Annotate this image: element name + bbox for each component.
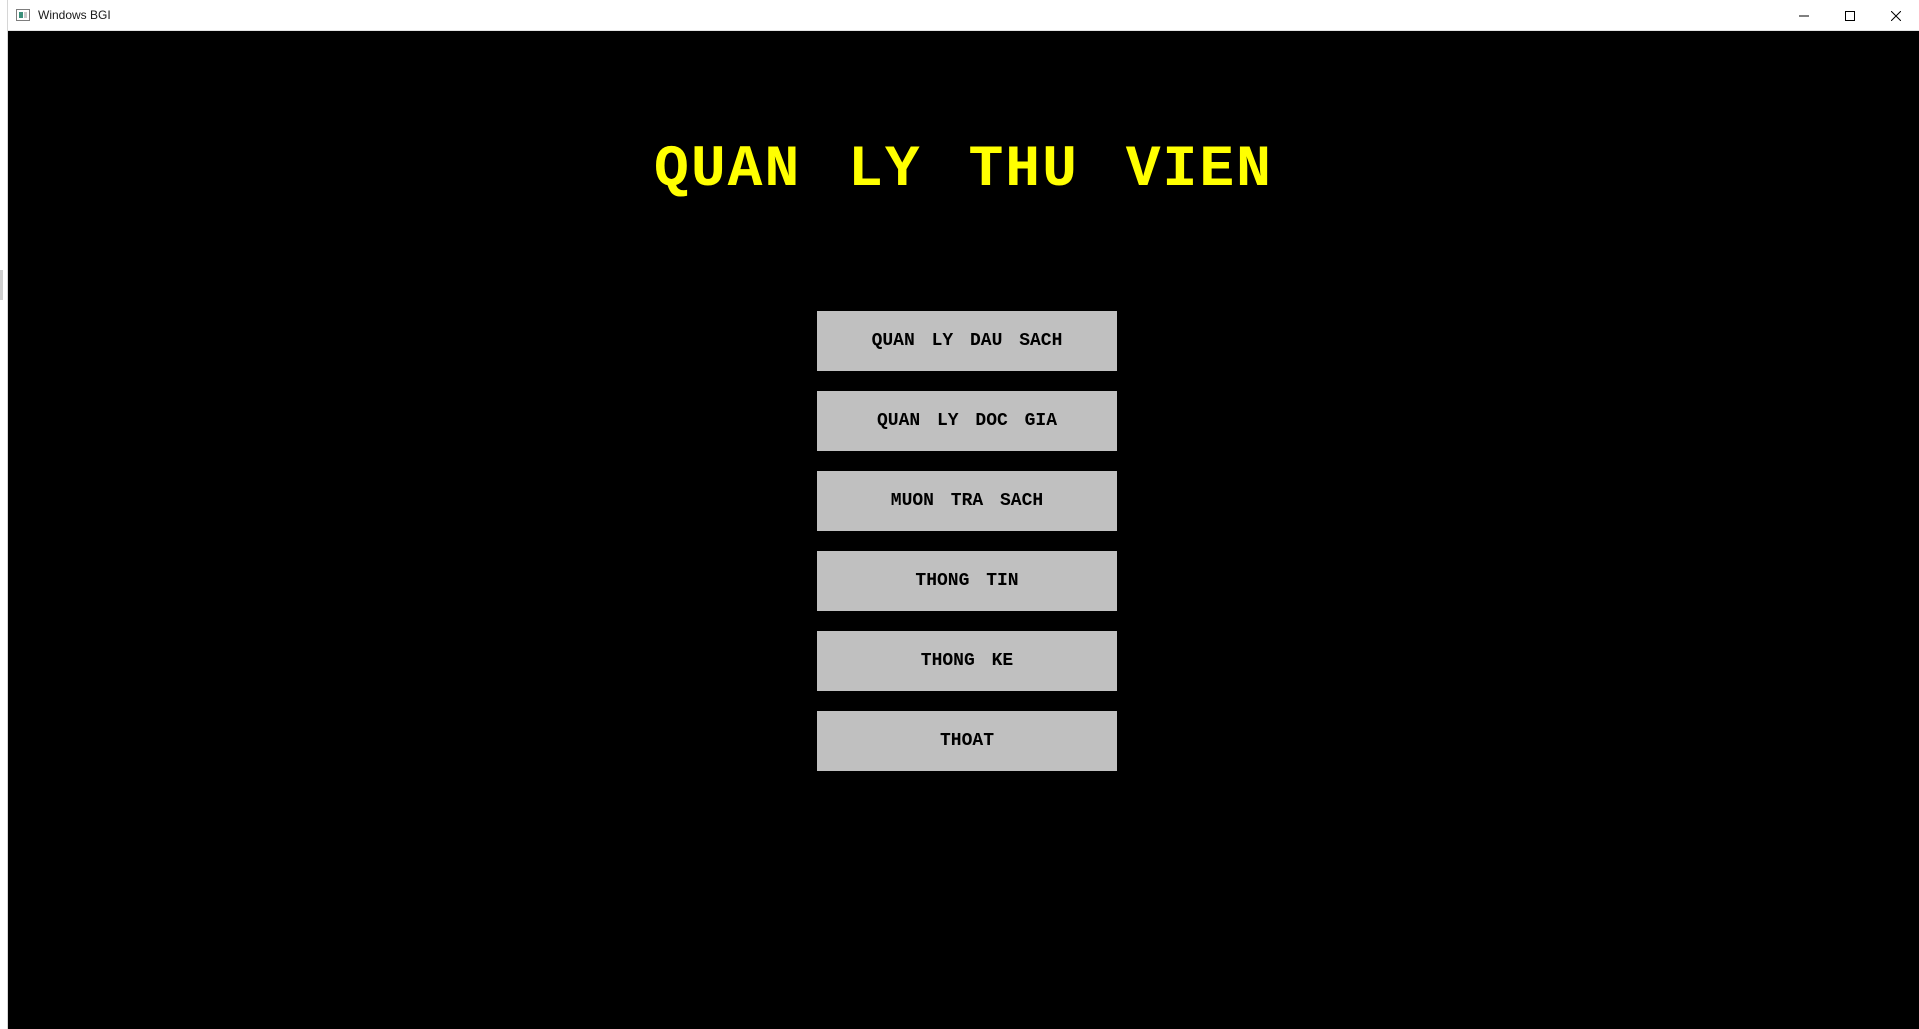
quan-ly-dau-sach-button[interactable]: QUAN LY DAU SACH [817,311,1117,371]
maximize-icon [1845,10,1855,21]
minimize-button[interactable] [1781,0,1827,31]
thong-ke-button[interactable]: THONG KE [817,631,1117,691]
maximize-button[interactable] [1827,0,1873,31]
window-title: Windows BGI [38,8,111,22]
app-icon [16,9,30,21]
title-bar[interactable]: Windows BGI [8,0,1919,31]
bgi-canvas: QUAN LY THU VIEN QUAN LY DAU SACH QUAN L… [8,31,1919,1029]
page-title: QUAN LY THU VIEN [654,138,1273,203]
close-button[interactable] [1873,0,1919,31]
muon-tra-sach-button[interactable]: MUON TRA SACH [817,471,1117,531]
window-controls [1781,0,1919,31]
minimize-icon [1799,15,1809,16]
thoat-button[interactable]: THOAT [817,711,1117,771]
main-menu: QUAN LY DAU SACH QUAN LY DOC GIA MUON TR… [817,311,1117,791]
background-window-edge [0,0,8,1029]
bgi-window: Windows BGI QUAN LY THU VIEN QUAN LY DAU… [8,0,1919,1029]
scrollbar-thumb [0,270,3,300]
quan-ly-doc-gia-button[interactable]: QUAN LY DOC GIA [817,391,1117,451]
close-icon [1891,10,1901,21]
thong-tin-button[interactable]: THONG TIN [817,551,1117,611]
